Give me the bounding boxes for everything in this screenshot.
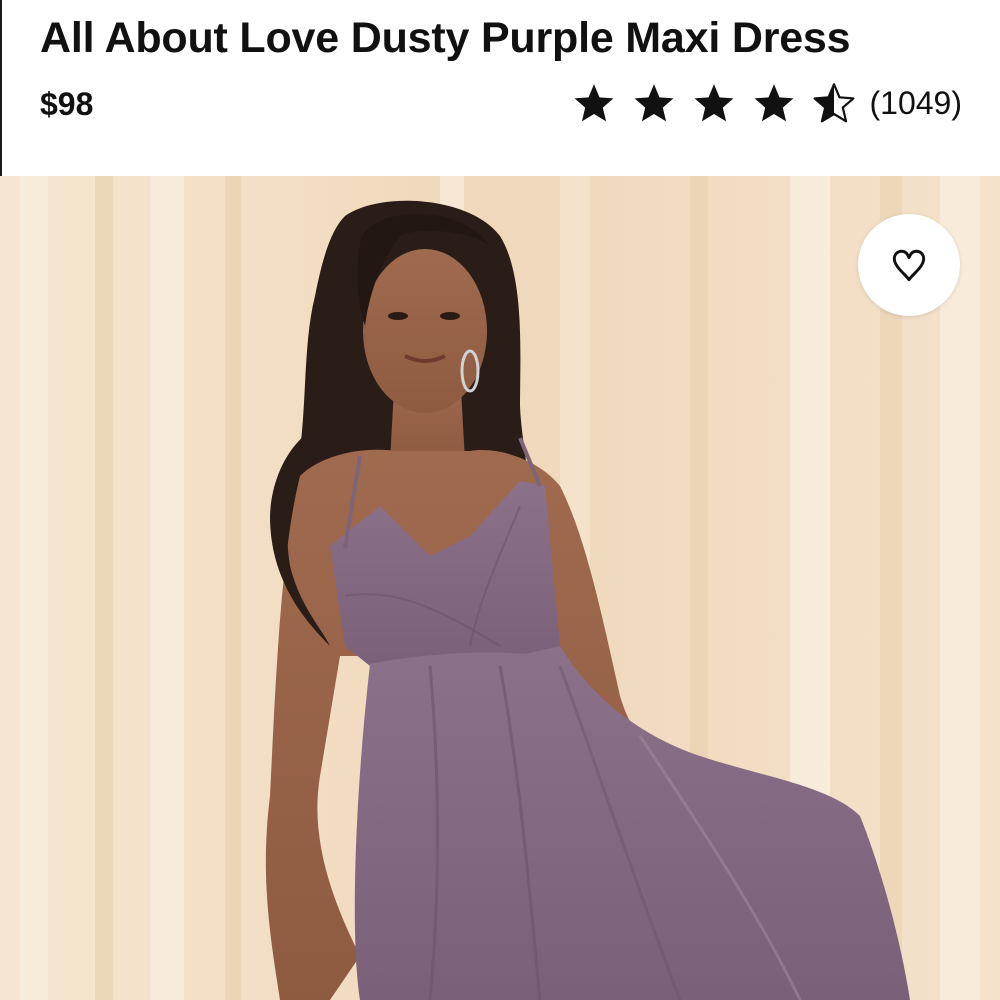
- product-header: All About Love Dusty Purple Maxi Dress $…: [0, 0, 1000, 176]
- heart-icon: [892, 249, 926, 282]
- product-image: [0, 176, 1000, 1000]
- product-price: $98: [40, 86, 94, 122]
- star-half-icon: [812, 83, 855, 123]
- favorite-button[interactable]: [858, 214, 960, 316]
- product-page: All About Love Dusty Purple Maxi Dress $…: [0, 0, 1000, 1000]
- product-title: All About Love Dusty Purple Maxi Dress: [40, 14, 851, 62]
- review-count[interactable]: (1049): [870, 85, 963, 122]
- star-full-icon: [694, 84, 733, 122]
- model-photo: [0, 176, 1000, 1000]
- star-full-icon: [634, 84, 673, 122]
- star-full-icon: [574, 84, 613, 122]
- star-full-icon: [754, 84, 793, 122]
- product-rating[interactable]: (1049): [572, 80, 963, 126]
